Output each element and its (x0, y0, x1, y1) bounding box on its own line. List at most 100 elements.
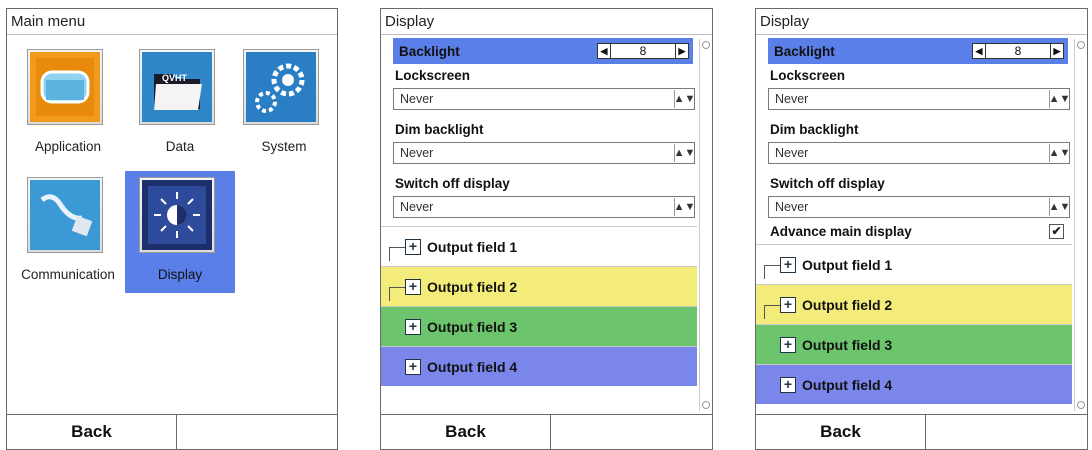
application-icon (27, 49, 103, 125)
updown-arrows-icon[interactable]: ▲▼ (1049, 90, 1070, 108)
tile-label: Application (34, 139, 102, 154)
expand-plus-icon[interactable]: + (780, 296, 796, 313)
updown-arrows-icon[interactable]: ▲▼ (1049, 198, 1070, 216)
output-field-3[interactable]: + Output field 3 (756, 324, 1072, 364)
tile-application[interactable]: Application (13, 43, 123, 165)
output-field-1[interactable]: + Output field 1 (756, 244, 1072, 284)
expand-plus-icon[interactable]: + (405, 318, 421, 335)
tile-system[interactable]: System (229, 43, 337, 165)
dim-backlight-select[interactable]: Never ▲▼ (393, 142, 695, 164)
lockscreen-label: Lockscreen (770, 68, 846, 83)
screen-title: Display (756, 9, 1087, 35)
tile-label: Communication (21, 267, 115, 282)
expand-plus-icon[interactable]: + (780, 376, 796, 393)
scroll-up-icon[interactable] (1077, 41, 1085, 49)
settings-list: Backlight ◀ 8 ▶ Lockscreen Never ▲▼ Dim … (381, 36, 697, 386)
scroll-down-icon[interactable] (702, 401, 710, 409)
lockscreen-select[interactable]: Never ▲▼ (768, 88, 1070, 110)
softkey-bar: Back (7, 414, 337, 449)
output-field-3[interactable]: + Output field 3 (381, 306, 697, 346)
advance-main-display-checkbox[interactable]: ✔ (1049, 223, 1064, 239)
output-field-label: Output field 3 (427, 318, 518, 335)
tile-display[interactable]: Display (125, 171, 235, 293)
softkey-bar: Back (756, 414, 1087, 449)
output-field-4[interactable]: + Output field 4 (756, 364, 1072, 404)
scrollbar[interactable] (1074, 39, 1086, 411)
display-settings-screen: Display Backlight ◀ 8 ▶ Lockscreen Never… (380, 8, 713, 450)
expand-plus-icon[interactable]: + (405, 358, 421, 375)
advance-main-display-row[interactable]: Advance main display ✔ (756, 218, 1072, 244)
tile-communication[interactable]: Communication (13, 171, 123, 293)
output-field-label: Output field 3 (802, 336, 893, 353)
select-value: Never (400, 146, 434, 160)
tile-label: Data (165, 139, 195, 154)
updown-arrows-icon[interactable]: ▲▼ (674, 90, 695, 108)
switch-off-select[interactable]: Never ▲▼ (768, 196, 1070, 218)
decrease-icon[interactable]: ◀ (597, 43, 611, 59)
updown-arrows-icon[interactable]: ▲▼ (674, 144, 695, 162)
output-field-label: Output field 4 (802, 376, 893, 393)
screen-title: Display (381, 9, 712, 35)
output-field-4[interactable]: + Output field 4 (381, 346, 697, 386)
system-gears-icon (243, 49, 319, 125)
backlight-value: 8 (611, 43, 675, 59)
softkey-right[interactable] (926, 415, 1087, 449)
increase-icon[interactable]: ▶ (675, 43, 689, 59)
scroll-up-icon[interactable] (702, 41, 710, 49)
select-value: Never (775, 200, 809, 214)
softkey-bar: Back (381, 414, 712, 449)
output-field-label: Output field 1 (427, 238, 518, 255)
increase-icon[interactable]: ▶ (1050, 43, 1064, 59)
backlight-spinner[interactable]: ◀ 8 ▶ (597, 43, 689, 59)
switch-off-label: Switch off display (395, 176, 510, 191)
communication-cable-icon (27, 177, 103, 253)
updown-arrows-icon[interactable]: ▲▼ (1049, 144, 1070, 162)
tile-label: Display (157, 267, 203, 282)
backlight-row[interactable]: Backlight ◀ 8 ▶ (393, 38, 693, 64)
lockscreen-label: Lockscreen (395, 68, 471, 83)
main-menu-screen: Main menu Application QVHT Data System C… (6, 8, 338, 450)
scroll-down-icon[interactable] (1077, 401, 1085, 409)
dim-backlight-label: Dim backlight (395, 122, 484, 137)
output-field-label: Output field 1 (802, 256, 893, 273)
data-badge: QVHT (162, 73, 188, 83)
output-field-label: Output field 2 (802, 296, 893, 313)
expand-plus-icon[interactable]: + (405, 238, 421, 255)
back-button[interactable]: Back (381, 415, 551, 449)
select-value: Never (400, 92, 434, 106)
tile-data[interactable]: QVHT Data (125, 43, 235, 165)
backlight-label: Backlight (774, 43, 835, 59)
softkey-right[interactable] (551, 415, 712, 449)
expand-plus-icon[interactable]: + (405, 278, 421, 295)
dim-backlight-select[interactable]: Never ▲▼ (768, 142, 1070, 164)
back-button[interactable]: Back (7, 415, 177, 449)
display-brightness-icon (139, 177, 215, 253)
lockscreen-select[interactable]: Never ▲▼ (393, 88, 695, 110)
backlight-spinner[interactable]: ◀ 8 ▶ (972, 43, 1064, 59)
switch-off-label: Switch off display (770, 176, 885, 191)
output-field-2[interactable]: + Output field 2 (381, 266, 697, 306)
advance-main-display-label: Advance main display (770, 223, 912, 239)
output-field-label: Output field 4 (427, 358, 518, 375)
output-field-2[interactable]: + Output field 2 (756, 284, 1072, 324)
backlight-row[interactable]: Backlight ◀ 8 ▶ (768, 38, 1068, 64)
expand-plus-icon[interactable]: + (780, 256, 796, 273)
switch-off-select[interactable]: Never ▲▼ (393, 196, 695, 218)
display-settings-screen-advanced: Display Backlight ◀ 8 ▶ Lockscreen Never… (755, 8, 1088, 450)
softkey-right[interactable] (177, 415, 337, 449)
back-button[interactable]: Back (756, 415, 926, 449)
screen-title: Main menu (7, 9, 337, 35)
updown-arrows-icon[interactable]: ▲▼ (674, 198, 695, 216)
backlight-label: Backlight (399, 43, 460, 59)
settings-list: Backlight ◀ 8 ▶ Lockscreen Never ▲▼ Dim … (756, 36, 1072, 404)
output-field-label: Output field 2 (427, 278, 518, 295)
backlight-value: 8 (986, 43, 1050, 59)
decrease-icon[interactable]: ◀ (972, 43, 986, 59)
select-value: Never (400, 200, 434, 214)
output-field-1[interactable]: + Output field 1 (381, 226, 697, 266)
expand-plus-icon[interactable]: + (780, 336, 796, 353)
select-value: Never (775, 92, 809, 106)
select-value: Never (775, 146, 809, 160)
scrollbar[interactable] (699, 39, 711, 411)
data-folder-icon: QVHT (139, 49, 215, 125)
